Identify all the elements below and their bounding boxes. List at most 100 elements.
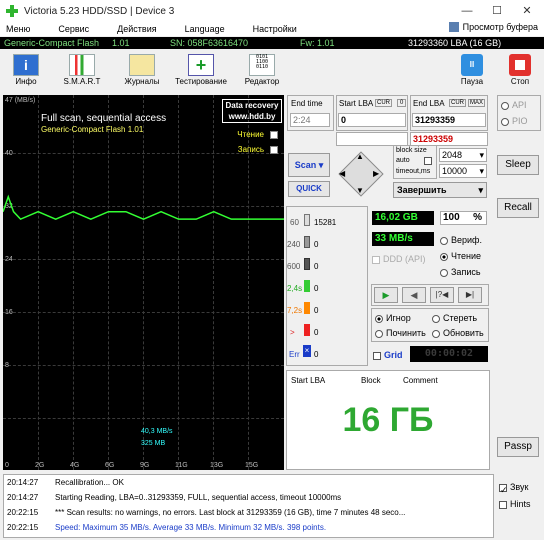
- table-header-block: Block: [361, 376, 381, 385]
- speed-graph: 47 (MB/s) 40 32 24 16 8 0 2G 4G 6G 9G 11…: [3, 95, 284, 470]
- log-panel: 20:14:27 Recallibration... OK 20:14:27 Sta…: [3, 474, 494, 538]
- device-model: Generic-Compact Flash: [4, 38, 100, 48]
- editor-icon: 0101 1100 0110: [249, 54, 275, 76]
- maximize-button[interactable]: ☐: [482, 0, 512, 22]
- testing-button[interactable]: + Тестирование: [170, 54, 232, 90]
- repair-radio[interactable]: Починить: [375, 328, 426, 338]
- device-info-bar: Generic-Compact Flash 1.01 SN: 058F63616…: [0, 37, 544, 49]
- info-button[interactable]: i Инфо: [2, 54, 50, 90]
- latency-60-swatch: [304, 214, 310, 226]
- latency-600-swatch: [304, 258, 310, 270]
- log-row: 20:22:15 Speed: Maximum 35 MB/s. Average …: [7, 523, 327, 532]
- menu-actions[interactable]: Действия: [117, 24, 156, 34]
- latency-240-swatch: [304, 236, 310, 248]
- info-icon: i: [13, 54, 39, 76]
- arrow-right-icon[interactable]: ▶: [373, 169, 379, 178]
- latency-240-count: 0: [314, 240, 319, 249]
- scanned-size: 16,02 GB: [372, 211, 434, 225]
- latency-24s-label: 2,4s: [287, 284, 303, 293]
- latency-gt-swatch: [304, 324, 310, 336]
- arrow-up-icon[interactable]: ▲: [356, 152, 364, 161]
- smart-button[interactable]: S.M.A.R.T: [54, 54, 110, 90]
- refresh-radio[interactable]: Обновить: [432, 328, 484, 338]
- menu-language[interactable]: Language: [185, 24, 225, 34]
- sleep-button[interactable]: Sleep: [497, 155, 539, 175]
- graph-speed-cur: 325 MB: [141, 440, 166, 447]
- logs-button[interactable]: Журналы: [118, 54, 166, 90]
- skip-back-button[interactable]: |?◀: [430, 287, 454, 303]
- play-button[interactable]: ▶: [374, 287, 398, 303]
- graph-speed-avg: 40,3 MB/s: [141, 428, 173, 435]
- scan-button[interactable]: Scan ▾: [288, 153, 330, 177]
- log-row: 20:14:27 Recallibration... OK: [7, 478, 124, 487]
- chevron-down-icon: ▾: [479, 150, 484, 160]
- close-button[interactable]: ✕: [512, 0, 542, 22]
- end-cur-button[interactable]: CUR: [449, 99, 466, 107]
- end-max-button[interactable]: MAX: [468, 99, 486, 107]
- menu-service[interactable]: Сервис: [58, 24, 89, 34]
- skip-end-icon: ▶|: [465, 290, 475, 299]
- block-settings-panel: block size auto timeout,ms: [393, 145, 437, 179]
- start-lba-extra-field[interactable]: [336, 132, 408, 146]
- rewind-icon: ◀: [410, 290, 418, 300]
- quick-button[interactable]: QUICK: [288, 181, 330, 197]
- rewind-button[interactable]: ◀: [402, 287, 426, 303]
- end-time-field[interactable]: 2:24: [290, 113, 330, 127]
- start-lba-field[interactable]: 0: [338, 113, 406, 127]
- start-lba-panel: Start LBA CUR 0 0: [336, 95, 408, 131]
- chevron-down-icon: ▾: [479, 166, 484, 176]
- passp-button[interactable]: Passp: [497, 437, 539, 457]
- arrow-down-icon[interactable]: ▼: [356, 186, 364, 195]
- latency-600-count: 0: [314, 262, 319, 271]
- minimize-button[interactable]: —: [452, 0, 482, 22]
- api-radio[interactable]: API: [501, 100, 527, 110]
- direction-pad[interactable]: ▲ ▼ ◀ ▶: [337, 150, 385, 198]
- title-bar: Victoria 5.23 HDD/SSD | Device 3 — ☐ ✕: [0, 0, 544, 22]
- read-radio[interactable]: Чтение: [440, 251, 481, 261]
- grid-checkbox[interactable]: Grid: [373, 350, 403, 360]
- buffer-view-button[interactable]: Просмотр буфера: [448, 22, 538, 32]
- ddd-api-checkbox[interactable]: DDD (API): [372, 254, 426, 264]
- play-icon: ▶: [382, 290, 390, 300]
- playback-panel: ▶ ◀ |?◀ ▶|: [371, 284, 489, 306]
- latency-24s-count: 0: [314, 284, 319, 293]
- table-header-comment: Comment: [403, 376, 438, 385]
- menu-settings[interactable]: Настройки: [253, 24, 297, 34]
- chevron-down-icon: ▾: [478, 185, 483, 195]
- error-count: 0: [314, 350, 319, 359]
- latency-72s-swatch: [304, 302, 310, 314]
- timeout-select[interactable]: 10000 ▾: [439, 164, 487, 178]
- auto-block-checkbox[interactable]: [424, 157, 432, 165]
- device-firmware: Fw: 1.01: [300, 38, 335, 48]
- pio-radio[interactable]: PIO: [501, 116, 528, 126]
- end-lba-field[interactable]: 31293359: [412, 113, 486, 127]
- capacity-overlay-text: 16 ГБ: [342, 401, 434, 439]
- stop-button[interactable]: Стоп: [496, 54, 544, 90]
- stop-icon: [507, 54, 533, 76]
- block-size-select[interactable]: 2048 ▾: [439, 148, 487, 162]
- start-cur-button[interactable]: CUR: [375, 99, 392, 107]
- write-radio[interactable]: Запись: [440, 267, 481, 277]
- pause-button[interactable]: II Пауза: [448, 54, 496, 90]
- latency-240-label: 240: [287, 240, 301, 249]
- latency-gt-label: >: [290, 328, 295, 337]
- hints-checkbox[interactable]: Hints: [499, 499, 531, 509]
- ignore-radio[interactable]: Игнор: [375, 313, 411, 323]
- start-zero-button[interactable]: 0: [397, 99, 407, 107]
- finish-action-select[interactable]: Завершить ▾: [393, 182, 487, 198]
- erase-radio[interactable]: Стереть: [432, 313, 477, 323]
- latency-24s-swatch: [304, 280, 310, 292]
- recall-button[interactable]: Recall: [497, 198, 539, 218]
- error-label: Err: [289, 350, 300, 359]
- arrow-left-icon[interactable]: ◀: [339, 169, 345, 178]
- verify-radio[interactable]: Вериф.: [440, 235, 482, 245]
- sound-checkbox[interactable]: ✓ Звук: [499, 482, 528, 495]
- skip-end-button[interactable]: ▶|: [458, 287, 482, 303]
- interface-panel: API PIO: [497, 95, 541, 131]
- menu-main[interactable]: Меню: [6, 24, 30, 34]
- latency-72s-count: 0: [314, 306, 319, 315]
- editor-button[interactable]: 0101 1100 0110 Редактор: [236, 54, 288, 90]
- app-icon: [6, 5, 18, 17]
- log-row: 20:14:27 Starting Reading, LBA=0..3129335…: [7, 493, 342, 502]
- latency-600-label: 600: [287, 262, 301, 271]
